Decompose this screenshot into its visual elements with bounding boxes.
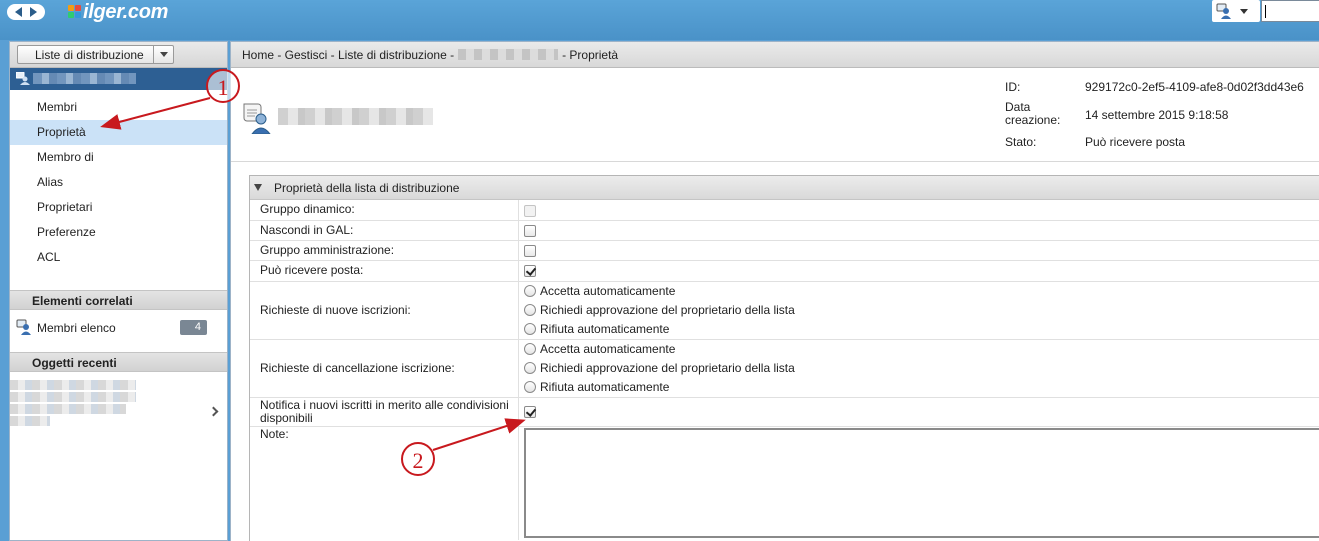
redacted-recent-item[interactable] [10,416,50,426]
radio-button[interactable] [524,323,536,335]
redacted-recent-item[interactable] [10,380,136,390]
property-row: Gruppo dinamico: [250,200,1319,221]
unsubscription-option-accept[interactable]: Accetta automaticamente [524,340,1319,359]
brand-logo: ilger.com [68,0,168,24]
can-receive-mail-label: Può ricevere posta: [250,260,519,282]
radio-label: Accetta automaticamente [540,342,676,356]
id-value: 929172c0-2ef5-4109-afe8-0d02f3dd43e6 [1085,80,1304,94]
radio-label: Rifiuta automaticamente [540,380,670,394]
property-row: Notifica i nuovi iscritti in merito alle… [250,397,1319,427]
redacted-entity-name [33,73,136,84]
id-label: ID: [1005,80,1021,94]
admin-group-checkbox[interactable] [524,244,536,257]
users-icon [16,319,31,335]
status-label: Stato: [1005,135,1037,149]
related-item-members[interactable]: Membri elenco 4 [10,316,227,340]
forward-arrow-icon[interactable] [30,7,37,17]
distribution-list-icon [243,103,271,134]
creation-date-label: Data creazione: [1005,100,1061,127]
properties-panel-header[interactable]: Proprietà della lista di distribuzione [250,176,1319,200]
creation-date-value: 14 settembre 2015 9:18:58 [1085,108,1229,122]
caret-down-icon [159,52,168,57]
recent-section-title: Oggetti recenti [10,352,227,372]
redacted-breadcrumb-item [458,49,559,60]
radio-label: Richiedi approvazione del proprietario d… [540,361,795,375]
caret-down-icon [1240,8,1248,14]
radio-button[interactable] [524,343,536,355]
unsubscription-requests-label: Richieste di cancellazione iscrizione: [250,339,519,398]
sidebar-item-membro-di[interactable]: Membro di [10,145,227,170]
property-row: Richieste di nuove iscrizioni: Accetta a… [250,281,1319,340]
top-bar: ilger.com [0,0,1319,40]
back-button-dropdown[interactable] [153,46,173,63]
unsubscription-option-approval[interactable]: Richiedi approvazione del proprietario d… [524,359,1319,378]
notes-label: Note: [250,426,519,540]
related-item-label: Membri elenco [37,321,116,335]
back-arrow-icon[interactable] [15,7,22,17]
selected-entity[interactable] [10,68,227,90]
recent-objects-list[interactable] [10,372,227,442]
sidebar-item-preferenze[interactable]: Preferenze [10,220,227,245]
notify-subscribers-checkbox[interactable] [524,406,536,419]
subscription-requests-label: Richieste di nuove iscrizioni: [250,281,519,340]
sidebar-item-proprietari[interactable]: Proprietari [10,195,227,220]
chevron-right-icon[interactable] [208,406,219,417]
back-button-label: Liste di distribuzione [35,47,144,62]
properties-panel-title: Proprietà della lista di distribuzione [274,180,460,195]
can-receive-mail-checkbox[interactable] [524,265,536,278]
radio-label: Rifiuta automaticamente [540,322,670,336]
sidebar: Liste di distribuzione Membri Proprietà … [9,41,228,541]
radio-label: Accetta automaticamente [540,284,676,298]
subscription-option-accept[interactable]: Accetta automaticamente [524,282,1319,301]
distribution-lists-back-button[interactable]: Liste di distribuzione [17,45,174,64]
hide-in-gal-checkbox[interactable] [524,224,536,237]
property-row: Nascondi in GAL: [250,220,1319,241]
admin-group-label: Gruppo amministrazione: [250,240,519,261]
sidebar-item-membri[interactable]: Membri [10,95,227,120]
unsubscription-option-reject[interactable]: Rifiuta automaticamente [524,378,1319,397]
breadcrumb-current: - Proprietà [562,47,619,62]
property-row: Richieste di cancellazione iscrizione: A… [250,339,1319,398]
sidebar-item-proprieta[interactable]: Proprietà [10,120,227,145]
users-icon [1216,3,1231,19]
notify-subscribers-label: Notifica i nuovi iscritti in merito alle… [250,397,519,427]
redacted-recent-item[interactable] [10,392,136,402]
radio-button[interactable] [524,381,536,393]
sidebar-item-acl[interactable]: ACL [10,245,227,270]
main-content: Home - Gestisci - Liste di distribuzione… [230,41,1319,541]
subscription-option-approval[interactable]: Richiedi approvazione del proprietario d… [524,301,1319,320]
related-section-title: Elementi correlati [10,290,227,310]
distribution-list-icon [16,72,30,85]
user-menu[interactable] [1212,0,1260,22]
radio-button[interactable] [524,285,536,297]
hide-in-gal-label: Nascondi in GAL: [250,220,519,241]
sidebar-header: Liste di distribuzione [10,42,227,68]
redacted-recent-item[interactable] [10,404,126,414]
radio-button[interactable] [524,304,536,316]
search-input[interactable] [1261,0,1319,22]
history-nav[interactable] [7,4,45,20]
property-row: Gruppo amministrazione: [250,240,1319,261]
dynamic-group-checkbox [524,204,536,217]
collapse-triangle-icon[interactable] [254,184,262,191]
subscription-option-reject[interactable]: Rifiuta automaticamente [524,320,1319,339]
property-row: Può ricevere posta: [250,260,1319,282]
dynamic-group-label: Gruppo dinamico: [250,200,519,221]
property-row: Note: [250,426,1319,540]
puzzle-logo-icon [68,4,82,20]
sidebar-nav: Membri Proprietà Membro di Alias Proprie… [10,90,227,270]
brand-name: ilger.com [83,0,169,23]
redacted-entity-title [278,108,433,125]
notes-textarea[interactable] [524,427,1319,538]
properties-table: Gruppo dinamico: Nascondi in GAL: Gruppo… [250,200,1319,540]
breadcrumb-path: Home - Gestisci - Liste di distribuzione… [242,47,455,62]
properties-panel: Proprietà della lista di distribuzione G… [249,175,1319,541]
sidebar-item-alias[interactable]: Alias [10,170,227,195]
radio-label: Richiedi approvazione del proprietario d… [540,303,795,317]
entity-header: ID: 929172c0-2ef5-4109-afe8-0d02f3dd43e6… [231,68,1319,162]
radio-button[interactable] [524,362,536,374]
status-value: Può ricevere posta [1085,135,1186,149]
breadcrumb: Home - Gestisci - Liste di distribuzione… [231,42,1319,68]
count-badge: 4 [180,320,207,335]
